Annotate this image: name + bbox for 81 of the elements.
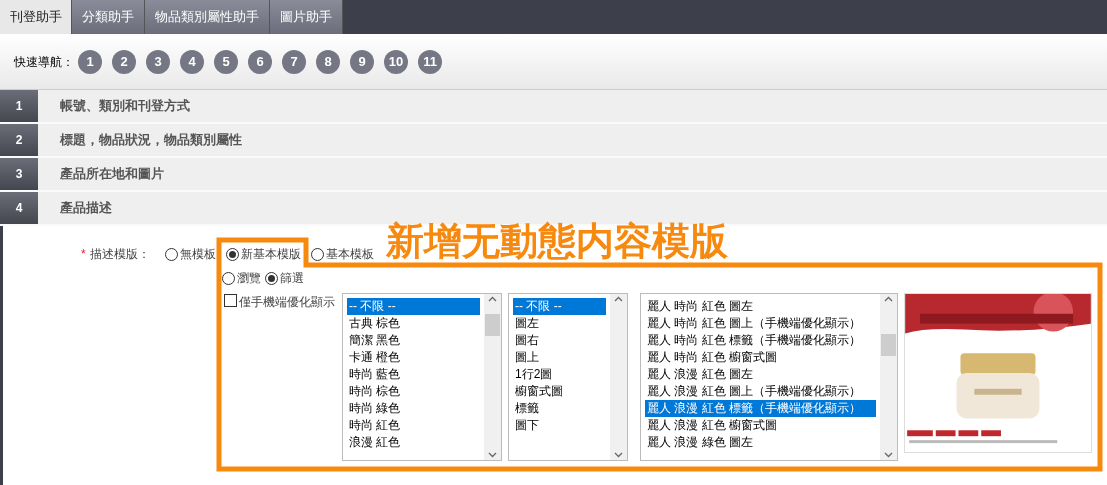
radio-button[interactable]: [225, 247, 239, 261]
list-option[interactable]: 浪漫 紅色: [347, 434, 480, 451]
radio-option[interactable]: 無模板: [164, 245, 216, 263]
section-header[interactable]: 3 產品所在地和圖片: [0, 158, 1107, 192]
list-option[interactable]: 櫥窗式圖: [513, 383, 606, 400]
scroll-down-icon[interactable]: [884, 452, 893, 458]
list-option[interactable]: 時尚 紅色: [347, 417, 480, 434]
scroll-thumb[interactable]: [485, 314, 500, 336]
checkbox-option[interactable]: 僅手機端優化顯示: [224, 293, 342, 309]
scroll-up-icon[interactable]: [488, 296, 497, 302]
section-title: 標題，物品狀況，物品類別屬性: [58, 131, 242, 150]
section-number: 3: [0, 158, 38, 190]
scroll-up-icon[interactable]: [884, 296, 893, 302]
list-option[interactable]: 圖下: [513, 417, 606, 434]
tab[interactable]: 分類助手: [72, 0, 145, 34]
scroll-down-icon[interactable]: [488, 452, 497, 458]
section-number: 1: [0, 90, 38, 122]
list-option[interactable]: 麗人 浪漫 紅色 櫥窗式圖: [645, 417, 876, 434]
scroll-bar[interactable]: [484, 294, 501, 460]
list-option[interactable]: 麗人 浪漫 綠色 圖左: [645, 434, 876, 451]
tab[interactable]: 物品類別屬性助手: [145, 0, 270, 34]
section-number: 4: [0, 192, 38, 224]
scroll-bar[interactable]: [880, 294, 897, 460]
list-option[interactable]: 麗人 浪漫 紅色 標籤（手機端優化顯示）: [645, 400, 876, 417]
list-option[interactable]: 圖左: [513, 315, 606, 332]
radio-option[interactable]: 基本模板: [310, 245, 374, 263]
section-title: 產品所在地和圖片: [59, 165, 164, 184]
required-mark: *: [81, 246, 86, 263]
scroll-up-icon[interactable]: [614, 296, 623, 302]
nav-step-button[interactable]: 6: [248, 49, 272, 74]
list-option[interactable]: 卡通 橙色: [347, 349, 480, 366]
list-option[interactable]: 1行2圖: [513, 366, 606, 383]
list-option[interactable]: 麗人 時尚 紅色 圖上（手機端優化顯示）: [645, 315, 876, 332]
list-option[interactable]: 時尚 棕色: [347, 383, 480, 400]
list-option[interactable]: 標籤: [513, 400, 606, 417]
list-option[interactable]: 簡潔 黑色: [347, 332, 480, 349]
nav-step-button[interactable]: 5: [214, 49, 238, 74]
scroll-bar[interactable]: [610, 294, 627, 460]
list-option[interactable]: -- 不限 --: [347, 298, 480, 315]
nav-step-button[interactable]: 3: [146, 49, 170, 74]
scroll-thumb[interactable]: [881, 334, 896, 356]
radio-option[interactable]: 瀏覽: [222, 269, 261, 287]
section-header[interactable]: 2 標題，物品狀況，物品類別屬性: [0, 124, 1107, 158]
section-title: 產品描述: [59, 199, 112, 218]
nav-step-button[interactable]: 11: [418, 49, 442, 74]
nav-step-button[interactable]: 10: [384, 49, 408, 74]
nav-step-button[interactable]: 2: [112, 49, 136, 74]
list-option[interactable]: 圖右: [513, 332, 606, 349]
list-option[interactable]: 麗人 時尚 紅色 櫥窗式圖: [645, 349, 876, 366]
radio-option[interactable]: 新基本模版: [225, 245, 301, 263]
list-option[interactable]: 古典 棕色: [347, 315, 480, 332]
nav-step-button[interactable]: 8: [316, 49, 340, 74]
radio-button[interactable]: [222, 271, 235, 285]
list-option[interactable]: 麗人 浪漫 紅色 圖左: [645, 366, 876, 383]
radio-button[interactable]: [164, 247, 178, 261]
list-option[interactable]: -- 不限 --: [513, 298, 606, 315]
list-box[interactable]: 麗人 時尚 紅色 圖左 麗人 時尚 紅色 圖上（手機端優化顯示） 麗人 時尚 紅色 標籤（手機端優化顯示） 麗人 時尚 紅色 櫥窗式圖 麗人 浪漫 紅色 圖左 麗人 浪漫 紅色 圖上（手機端優化顯示） 麗人 浪漫 紅色 標籤（手機端優化顯示） 麗人 浪漫 紅色 櫥窗式圖 麗人 浪漫 綠色 圖左: [640, 293, 898, 461]
nav-step-button[interactable]: 9: [350, 49, 374, 74]
list-box[interactable]: -- 不限 -- 圖左 圖右 圖上 1行2圖 櫥窗式圖 標籤 圖下: [508, 293, 628, 461]
nav-step-button[interactable]: 1: [78, 49, 102, 74]
section-header[interactable]: 1 帳號、類別和刊登方式: [0, 90, 1107, 124]
list-option[interactable]: 時尚 綠色: [347, 400, 480, 417]
tab[interactable]: 圖片助手: [270, 0, 343, 34]
scroll-down-icon[interactable]: [614, 452, 623, 458]
section-number: 2: [0, 124, 38, 156]
list-option[interactable]: 時尚 藍色: [347, 366, 480, 383]
nav-step-button[interactable]: 7: [282, 49, 306, 74]
list-option[interactable]: 麗人 浪漫 紅色 圖上（手機端優化顯示）: [645, 383, 876, 400]
nav-step-button[interactable]: 4: [180, 49, 204, 74]
field-label: 描述模版：: [89, 246, 151, 263]
radio-option[interactable]: 篩選: [265, 269, 304, 287]
list-option[interactable]: 麗人 時尚 紅色 圖左: [645, 298, 876, 315]
radio-button[interactable]: [265, 271, 278, 285]
list-box[interactable]: -- 不限 -- 古典 棕色 簡潔 黑色 卡通 橙色 時尚 藍色 時尚 棕色 時尚 綠色 時尚 紅色 浪漫 紅色: [342, 293, 502, 461]
tab[interactable]: 刊登助手: [0, 0, 72, 34]
radio-button[interactable]: [310, 247, 324, 261]
section-title: 帳號、類別和刊登方式: [59, 97, 190, 116]
checkbox[interactable]: [224, 294, 237, 307]
quick-nav-label: 快速導航：: [14, 53, 74, 71]
list-option[interactable]: 圖上: [513, 349, 606, 366]
list-option[interactable]: 麗人 時尚 紅色 標籤（手機端優化顯示）: [645, 332, 876, 349]
